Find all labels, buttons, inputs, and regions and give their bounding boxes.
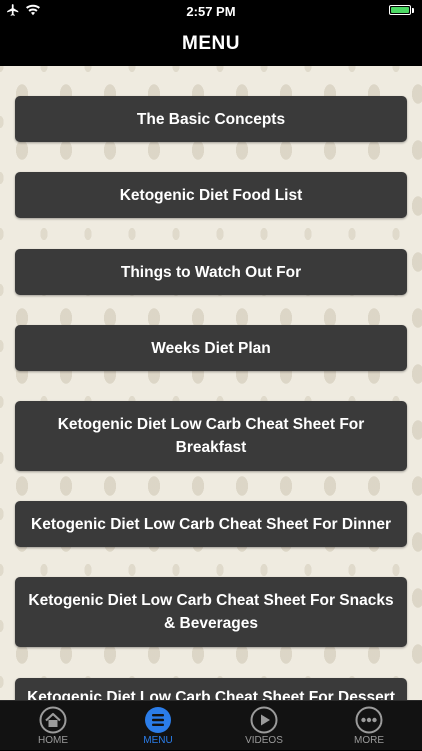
- status-bar: 2:57 PM: [0, 0, 422, 22]
- tab-more[interactable]: MORE: [316, 701, 422, 751]
- menu-item-breakfast[interactable]: Ketogenic Diet Low Carb Cheat Sheet For …: [15, 401, 407, 471]
- status-time: 2:57 PM: [186, 4, 236, 19]
- page-title: MENU: [0, 22, 422, 66]
- tab-home[interactable]: HOME: [0, 701, 106, 751]
- tab-menu[interactable]: MENU: [105, 701, 211, 751]
- menu-item-dessert[interactable]: Ketogenic Diet Low Carb Cheat Sheet For …: [15, 678, 407, 700]
- menu-item-weeks-plan[interactable]: Weeks Diet Plan: [15, 325, 407, 371]
- tab-bar: HOME MENU VIDEOS MORE: [0, 700, 422, 750]
- menu-list[interactable]: The Basic Concepts Ketogenic Diet Food L…: [0, 66, 422, 700]
- tab-videos[interactable]: VIDEOS: [211, 701, 317, 751]
- play-icon: [211, 706, 317, 734]
- menu-item-food-list[interactable]: Ketogenic Diet Food List: [15, 172, 407, 218]
- menu-item-snacks[interactable]: Ketogenic Diet Low Carb Cheat Sheet For …: [15, 577, 407, 647]
- battery-icon: [389, 5, 414, 15]
- tab-home-label: HOME: [38, 735, 68, 746]
- menu-item-dinner[interactable]: Ketogenic Diet Low Carb Cheat Sheet For …: [15, 501, 407, 547]
- menu-item-watch-out[interactable]: Things to Watch Out For: [15, 249, 407, 295]
- tab-menu-label: MENU: [143, 735, 173, 746]
- more-dots-icon: [316, 706, 422, 734]
- tab-videos-label: VIDEOS: [245, 735, 283, 746]
- tab-more-label: MORE: [354, 735, 384, 746]
- home-icon: [0, 706, 106, 734]
- menu-item-basic-concepts[interactable]: The Basic Concepts: [15, 96, 407, 142]
- menu-list-icon: [105, 706, 211, 734]
